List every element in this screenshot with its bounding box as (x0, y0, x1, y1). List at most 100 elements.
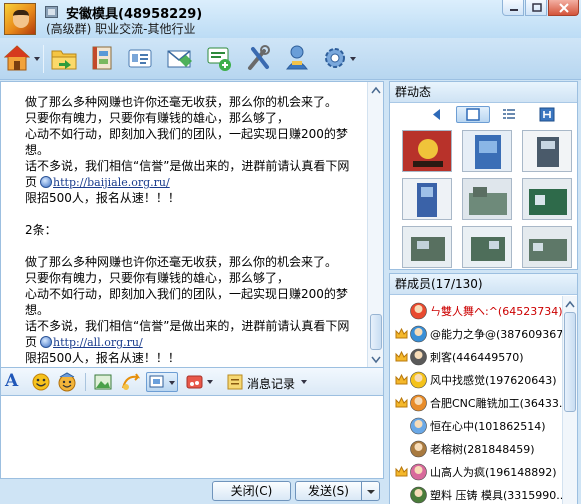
screenshot-icon (149, 375, 164, 388)
chevron-down-icon[interactable] (169, 381, 175, 385)
member-avatar[interactable] (409, 485, 428, 504)
chevron-down-icon[interactable] (350, 57, 356, 61)
member-name: 山高人为疯(196148892) (430, 466, 557, 479)
chevron-down-icon[interactable] (207, 380, 213, 384)
group-mail-button[interactable] (166, 43, 192, 75)
admin-crown-icon (395, 396, 408, 408)
tab-thumbnail-view[interactable] (456, 106, 490, 123)
thumbnail-image[interactable] (522, 178, 572, 220)
message-line: 限招500人，报名从速！！！ (25, 351, 180, 365)
help-tab-icon[interactable] (538, 106, 556, 123)
thumbnail-view-icon (466, 108, 480, 121)
member-scrollbar[interactable] (562, 296, 577, 504)
message-text: 页 (25, 335, 38, 349)
font-button[interactable]: A (5, 371, 23, 391)
send-options-button[interactable] (361, 481, 380, 501)
member-avatar[interactable] (409, 439, 428, 458)
chevron-down-icon[interactable] (34, 57, 40, 61)
home-button[interactable] (4, 43, 30, 75)
member-item[interactable]: 山高人为疯(196148892) (390, 461, 562, 483)
thumbnail-image[interactable] (462, 130, 512, 172)
thumbnail-image[interactable] (522, 130, 572, 172)
group-avatar[interactable] (4, 3, 36, 35)
thumbnail-image[interactable] (522, 226, 572, 268)
maximize-button[interactable] (525, 0, 547, 16)
emoticon-button[interactable] (31, 372, 51, 392)
close-button[interactable]: 关闭(C) (212, 481, 291, 501)
album-button[interactable] (90, 43, 114, 75)
member-item[interactable]: ㄣ雙人舞ヘ:^(64523734) (390, 300, 562, 322)
chat-history[interactable]: 做了那么多种网赚也许你还毫无收获，那么你的机会来了。 只要你有魄力，只要你有赚钱… (0, 81, 384, 368)
forum-button[interactable] (205, 43, 233, 75)
scroll-up-icon[interactable] (370, 84, 382, 96)
home-icon (4, 45, 30, 71)
member-avatar[interactable] (409, 462, 428, 481)
scroll-thumb[interactable] (564, 312, 576, 412)
magic-emoticon-button[interactable] (57, 372, 79, 392)
screenshot-button[interactable] (146, 372, 178, 392)
admin-crown-icon (395, 465, 408, 477)
tools-icon (248, 45, 270, 70)
maximize-icon (532, 3, 542, 12)
close-icon (559, 3, 569, 13)
member-manage-button[interactable] (284, 43, 310, 75)
member-item[interactable]: 风中找感觉(197620643) (390, 369, 562, 391)
member-item[interactable]: 恒在心中(101862514) (390, 415, 562, 437)
scroll-down-icon[interactable] (370, 353, 382, 365)
album-icon (92, 46, 112, 70)
member-manage-icon (286, 45, 308, 70)
chat-scrollbar[interactable] (367, 82, 383, 367)
member-avatar[interactable] (409, 416, 428, 435)
member-list: ㄣ雙人舞ヘ:^(64523734) @能力之争@(387609367) 刺客(446… (390, 296, 562, 504)
thumbnail-image[interactable] (402, 178, 452, 220)
scroll-thumb[interactable] (370, 314, 382, 350)
thumbnail-image[interactable] (402, 130, 452, 172)
title-bar: 安徽模具(48958229) (高级群) 职业交流-其他行业 (0, 0, 581, 38)
member-avatar[interactable] (409, 324, 428, 343)
message-input[interactable] (1, 396, 383, 478)
link-icon (40, 336, 53, 348)
member-avatar[interactable] (409, 393, 428, 412)
message-input-area (0, 396, 384, 479)
group-card-button[interactable] (127, 43, 153, 75)
close-window-button[interactable] (548, 0, 579, 16)
scroll-up-icon[interactable] (564, 298, 576, 310)
back-arrow-icon[interactable] (428, 106, 446, 123)
member-name: 塑料 压铸 模具(3315990... (430, 489, 562, 502)
history-icon (227, 374, 243, 390)
member-item[interactable]: @能力之争@(387609367) (390, 323, 562, 345)
message-link[interactable]: http://baijiale.org.ru/ (53, 176, 170, 189)
thumbnail-image[interactable] (402, 226, 452, 268)
member-avatar[interactable] (409, 301, 428, 320)
share-files-button[interactable] (50, 43, 78, 75)
member-avatar[interactable] (409, 370, 428, 389)
screen-share-button[interactable] (120, 372, 142, 392)
list-view-icon[interactable] (500, 106, 518, 123)
member-item[interactable]: 老榕树(281848459) (390, 438, 562, 460)
chevron-down-icon[interactable] (301, 380, 307, 384)
message-history-button[interactable]: 消息记录 (225, 372, 309, 392)
member-item[interactable]: 合肥CNC雕铣加工(36433... (390, 392, 562, 414)
tools-button[interactable] (245, 43, 271, 75)
thumbnail-image[interactable] (462, 226, 512, 268)
member-name: 恒在心中(101862514) (430, 420, 546, 433)
input-toolbar: A 消息记录 (0, 368, 384, 396)
member-name: 风中找感觉(197620643) (430, 374, 557, 387)
send-image-button[interactable] (93, 372, 113, 392)
member-item[interactable]: 塑料 压铸 模具(3315990... (390, 484, 562, 504)
settings-button[interactable] (322, 43, 348, 75)
group-toolbar (0, 38, 581, 80)
send-button[interactable]: 发送(S) (295, 481, 362, 501)
member-name: 刺客(446449570) (430, 351, 524, 364)
panel-title: 群动态 (390, 82, 577, 103)
action-bar: 关闭(C) 发送(S) (0, 479, 384, 504)
toolbar-divider (85, 373, 86, 391)
thumbnail-image[interactable] (462, 178, 512, 220)
member-avatar[interactable] (409, 347, 428, 366)
member-item[interactable]: 刺客(446449570) (390, 346, 562, 368)
message-link[interactable]: http://all.org.ru/ (53, 336, 143, 349)
message-line: 只要你有魄力，只要你有赚钱的雄心，那么够了， (25, 111, 290, 125)
minimize-button[interactable] (502, 0, 524, 16)
music-button[interactable] (185, 372, 217, 392)
toolbar-divider (43, 45, 44, 73)
